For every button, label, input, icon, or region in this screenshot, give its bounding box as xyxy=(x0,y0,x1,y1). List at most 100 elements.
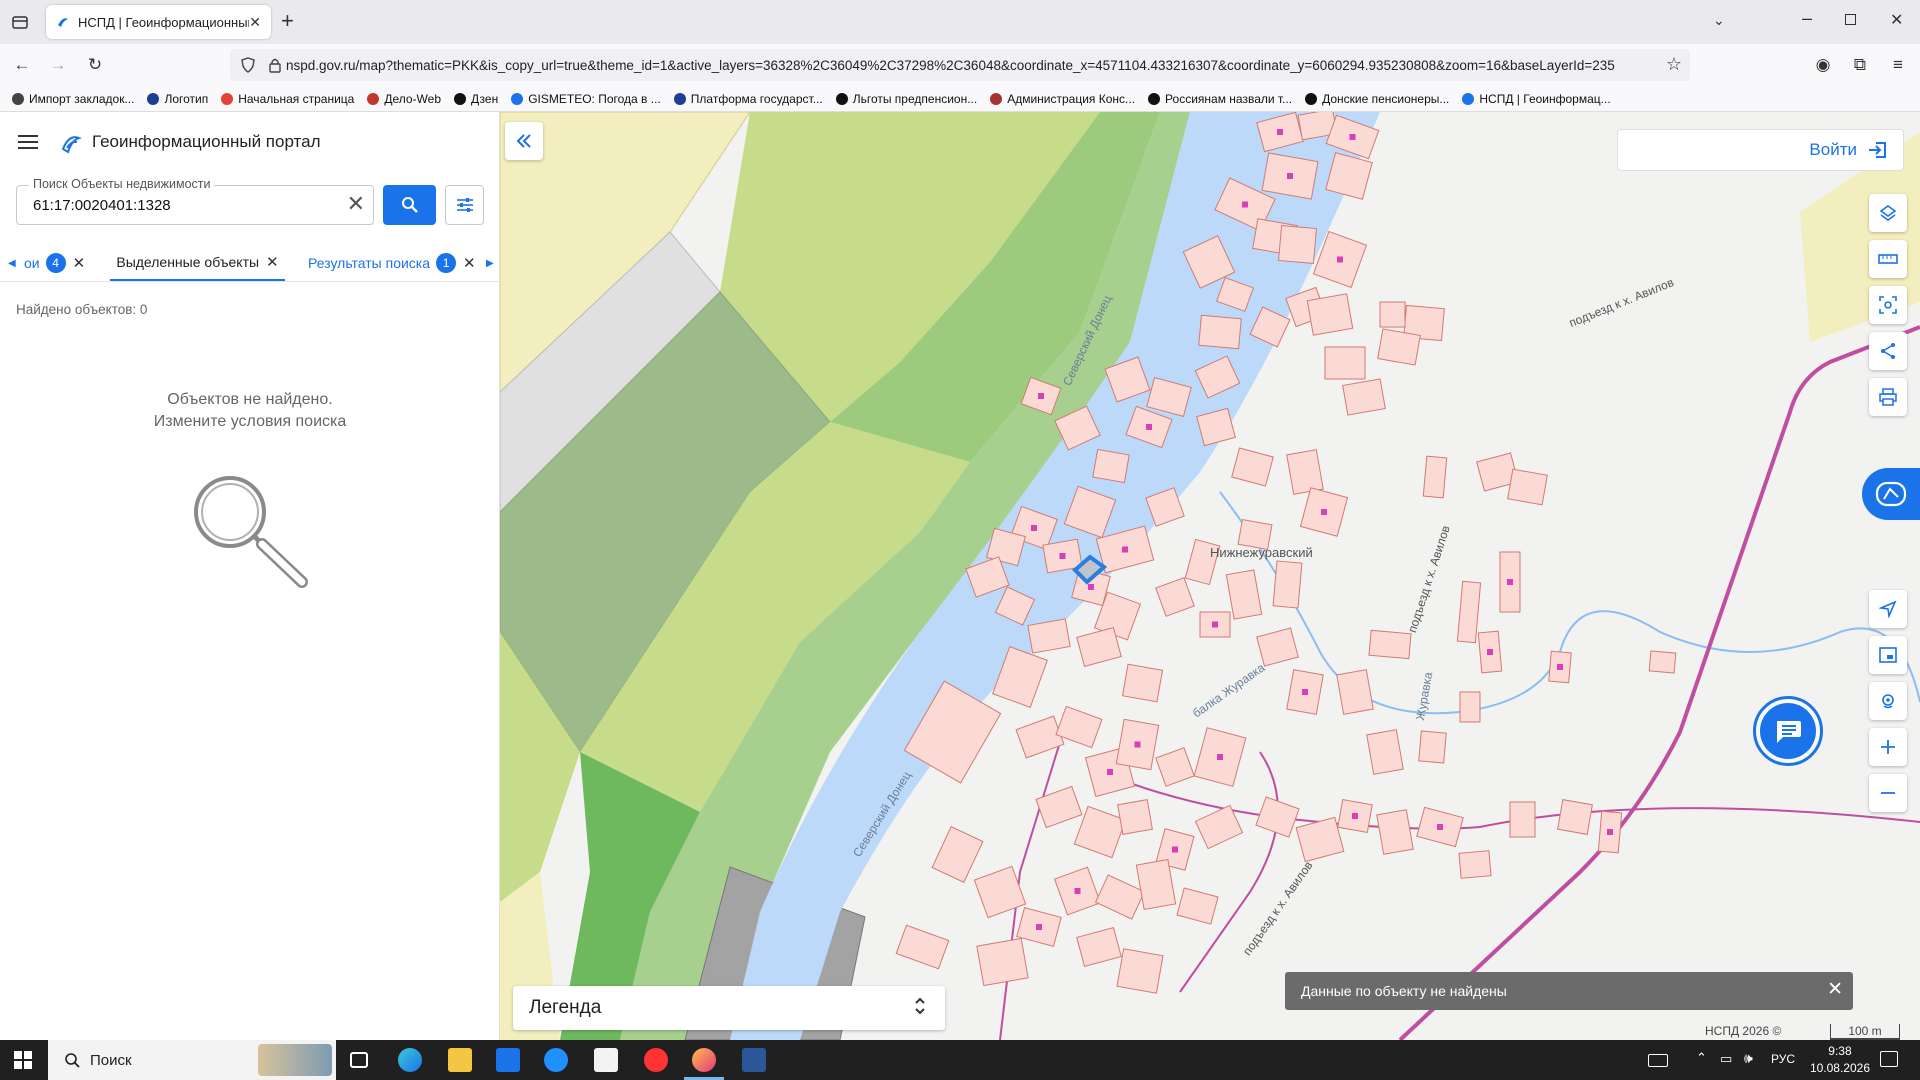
building-marker[interactable] xyxy=(1134,741,1141,748)
land-parcel[interactable] xyxy=(1176,887,1219,925)
building-marker[interactable] xyxy=(1122,546,1128,553)
building-marker[interactable] xyxy=(1107,769,1113,775)
land-parcel[interactable] xyxy=(1117,799,1153,835)
building-marker[interactable] xyxy=(1487,649,1493,655)
bookmark-star-icon[interactable]: ☆ xyxy=(1666,54,1682,75)
windows-start-icon[interactable] xyxy=(14,1051,32,1074)
bookmark-item[interactable]: Льготы предпенсион... xyxy=(835,92,977,106)
land-parcel[interactable] xyxy=(1225,569,1263,620)
land-parcel[interactable] xyxy=(1557,799,1593,835)
chevron-up-down-icon[interactable] xyxy=(913,994,927,1024)
building-marker[interactable] xyxy=(1146,424,1152,430)
building-marker[interactable] xyxy=(1031,525,1037,531)
building-marker[interactable] xyxy=(1038,393,1044,399)
volume-icon[interactable]: 🕪 xyxy=(1744,1050,1753,1067)
file-explorer-icon[interactable] xyxy=(448,1048,472,1072)
keyboard-icon[interactable] xyxy=(1648,1054,1668,1067)
print-button[interactable] xyxy=(1869,378,1907,416)
tab-layers-close-icon[interactable]: ✕ xyxy=(73,254,86,272)
building-marker[interactable] xyxy=(1507,579,1513,585)
land-parcel[interactable] xyxy=(1272,560,1303,609)
collapse-panel-button[interactable] xyxy=(505,122,543,160)
building-marker[interactable] xyxy=(1321,509,1327,515)
building-marker[interactable] xyxy=(1242,201,1248,208)
land-parcel[interactable] xyxy=(1094,874,1146,920)
account-icon[interactable]: ◉ xyxy=(1813,55,1833,75)
bookmark-item[interactable]: Россиянам назвали т... xyxy=(1148,92,1292,106)
firefox-icon[interactable] xyxy=(692,1048,716,1072)
bookmark-item[interactable]: Начальная страница xyxy=(221,92,354,106)
map-drawing[interactable] xyxy=(500,112,1920,1040)
land-parcel[interactable] xyxy=(1198,314,1242,350)
land-parcel[interactable] xyxy=(1076,626,1122,668)
land-parcel[interactable] xyxy=(1456,580,1482,644)
tab-selected-objects[interactable]: Выделенные объекты ✕ xyxy=(110,245,285,281)
land-parcel[interactable] xyxy=(1306,293,1354,336)
building-marker[interactable] xyxy=(1059,553,1066,559)
legend-panel[interactable]: Легенда xyxy=(513,986,945,1030)
building-marker[interactable] xyxy=(1437,824,1443,830)
bookmark-item[interactable]: Дело-Web xyxy=(367,92,441,106)
land-parcel[interactable] xyxy=(1231,447,1274,487)
store-icon[interactable] xyxy=(594,1048,618,1072)
land-parcel[interactable] xyxy=(1368,629,1412,660)
bookmark-item[interactable]: НСПД | Геоинформац... xyxy=(1462,92,1611,106)
building-marker[interactable] xyxy=(1212,621,1218,628)
land-parcel[interactable] xyxy=(1648,650,1677,674)
hamburger-menu-icon[interactable] xyxy=(18,134,38,155)
locate-button[interactable] xyxy=(1869,590,1907,628)
land-parcel[interactable] xyxy=(1286,449,1324,495)
land-parcel[interactable] xyxy=(1076,926,1122,968)
building-marker[interactable] xyxy=(1172,846,1178,853)
mail-icon[interactable] xyxy=(496,1048,520,1072)
zoom-in-button[interactable] xyxy=(1869,728,1907,766)
land-parcel[interactable] xyxy=(1418,730,1447,764)
task-view-icon[interactable] xyxy=(350,1052,368,1068)
geo-search-button[interactable] xyxy=(1869,682,1907,720)
login-button[interactable]: Войти xyxy=(1617,129,1904,171)
yandex-browser-icon[interactable] xyxy=(644,1048,668,1072)
internet-explorer-icon[interactable] xyxy=(544,1048,568,1072)
land-parcel[interactable] xyxy=(1342,378,1386,416)
building-marker[interactable] xyxy=(1352,813,1358,819)
search-input[interactable]: Поиск Объекты недвижимости 61:17:0020401… xyxy=(16,177,374,225)
close-window-icon[interactable]: ✕ xyxy=(1890,10,1903,30)
clear-search-icon[interactable]: ✕ xyxy=(347,191,365,217)
building-marker[interactable] xyxy=(1607,829,1613,835)
new-tab-icon[interactable]: + xyxy=(281,8,294,34)
search-value[interactable]: 61:17:0020401:1328 xyxy=(33,197,171,214)
land-parcel[interactable] xyxy=(1155,747,1195,787)
building-marker[interactable] xyxy=(1337,256,1343,263)
bookmark-item[interactable]: Донские пенсионеры... xyxy=(1305,92,1449,106)
reload-icon[interactable]: ↻ xyxy=(85,55,105,75)
land-parcel[interactable] xyxy=(1155,577,1195,617)
extensions-icon[interactable]: ⧉ xyxy=(1850,55,1870,75)
minimize-icon[interactable]: – xyxy=(1802,8,1812,29)
tabs-scroll-left-icon[interactable]: ◀ xyxy=(8,245,16,281)
land-parcel[interactable] xyxy=(1295,816,1345,863)
building-marker[interactable] xyxy=(1557,664,1563,670)
land-parcel[interactable] xyxy=(1255,796,1300,838)
land-parcel[interactable] xyxy=(1377,328,1421,366)
layers-button[interactable] xyxy=(1869,194,1907,232)
filter-button[interactable] xyxy=(445,185,484,225)
land-parcel[interactable] xyxy=(1116,948,1164,994)
tabs-scroll-right-icon[interactable]: ▶ xyxy=(486,245,494,281)
chat-fab-button[interactable] xyxy=(1753,696,1823,766)
land-parcel[interactable] xyxy=(1027,618,1071,654)
maximize-icon[interactable] xyxy=(1845,14,1856,25)
menu-icon[interactable]: ≡ xyxy=(1888,55,1908,75)
bookmark-item[interactable]: Администрация Конс... xyxy=(990,92,1135,106)
tab-close-icon[interactable]: ✕ xyxy=(249,14,261,31)
building-marker[interactable] xyxy=(1302,689,1308,695)
building-marker[interactable] xyxy=(1277,129,1283,135)
building-marker[interactable] xyxy=(1074,888,1081,894)
land-parcel[interactable] xyxy=(1256,627,1299,667)
land-parcel[interactable] xyxy=(1194,804,1244,850)
tab-search-results-close-icon[interactable]: ✕ xyxy=(463,254,476,272)
tab-selected-objects-close-icon[interactable]: ✕ xyxy=(266,253,279,271)
search-button[interactable] xyxy=(383,185,436,225)
browser-tab[interactable]: НСПД | Геоинформационный ✕ xyxy=(46,5,271,39)
forward-icon[interactable]: → xyxy=(48,55,68,75)
input-language[interactable]: РУС xyxy=(1771,1052,1795,1066)
